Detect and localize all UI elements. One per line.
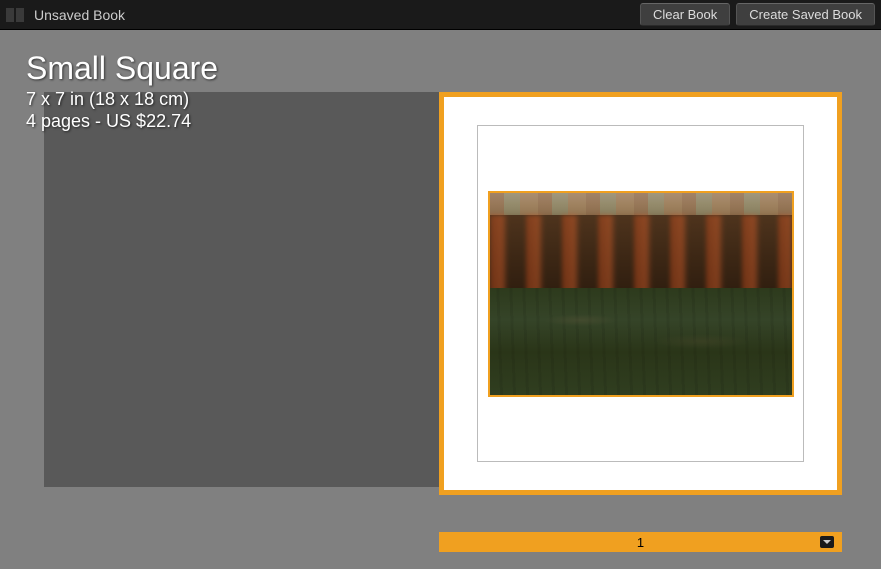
view-toggle-icon[interactable] (6, 8, 24, 22)
page-number-label: 1 (637, 535, 644, 550)
cover-photo-cell[interactable] (488, 191, 794, 397)
create-saved-book-button[interactable]: Create Saved Book (736, 3, 875, 26)
front-cover-wrapper: 1 (439, 92, 842, 552)
front-cover-selection[interactable] (439, 92, 842, 495)
book-info-overlay: Small Square 7 x 7 in (18 x 18 cm) 4 pag… (26, 50, 218, 132)
page-label-bar: 1 (439, 532, 842, 552)
page-margin-guide (477, 125, 804, 462)
top-bar-left: Unsaved Book (6, 7, 125, 23)
book-title-label: Unsaved Book (34, 7, 125, 23)
top-bar-actions: Clear Book Create Saved Book (640, 3, 875, 26)
front-cover-page[interactable] (444, 97, 837, 490)
book-price-label: 4 pages - US $22.74 (26, 111, 218, 132)
book-format-title: Small Square (26, 50, 218, 87)
cover-photo (490, 193, 792, 395)
content-area: Small Square 7 x 7 in (18 x 18 cm) 4 pag… (0, 30, 881, 569)
top-bar: Unsaved Book Clear Book Create Saved Boo… (0, 0, 881, 30)
clear-book-button[interactable]: Clear Book (640, 3, 730, 26)
back-cover-page[interactable] (44, 92, 439, 487)
book-dimensions-label: 7 x 7 in (18 x 18 cm) (26, 89, 218, 110)
page-options-icon[interactable] (820, 536, 834, 548)
